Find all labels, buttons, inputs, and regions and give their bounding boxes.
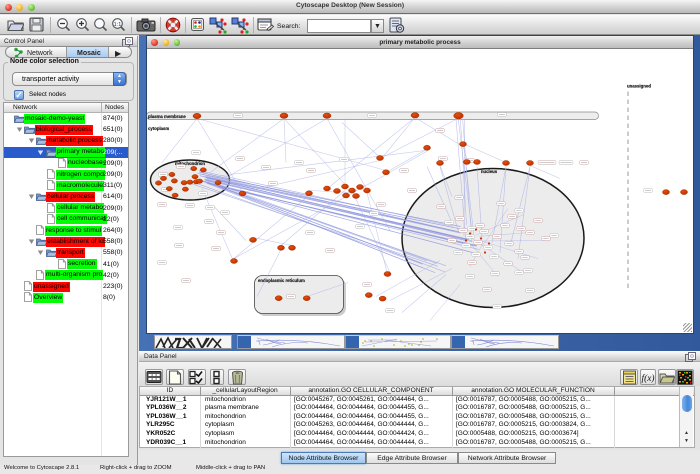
svg-text:plasma membrane: plasma membrane xyxy=(148,114,186,119)
svg-text:nucleus: nucleus xyxy=(481,169,498,174)
svg-text:1:1: 1:1 xyxy=(114,22,122,28)
svg-text:f(x): f(x) xyxy=(642,372,655,383)
svg-text:cytoplasm: cytoplasm xyxy=(148,126,169,131)
svg-text:unassigned: unassigned xyxy=(627,83,651,88)
